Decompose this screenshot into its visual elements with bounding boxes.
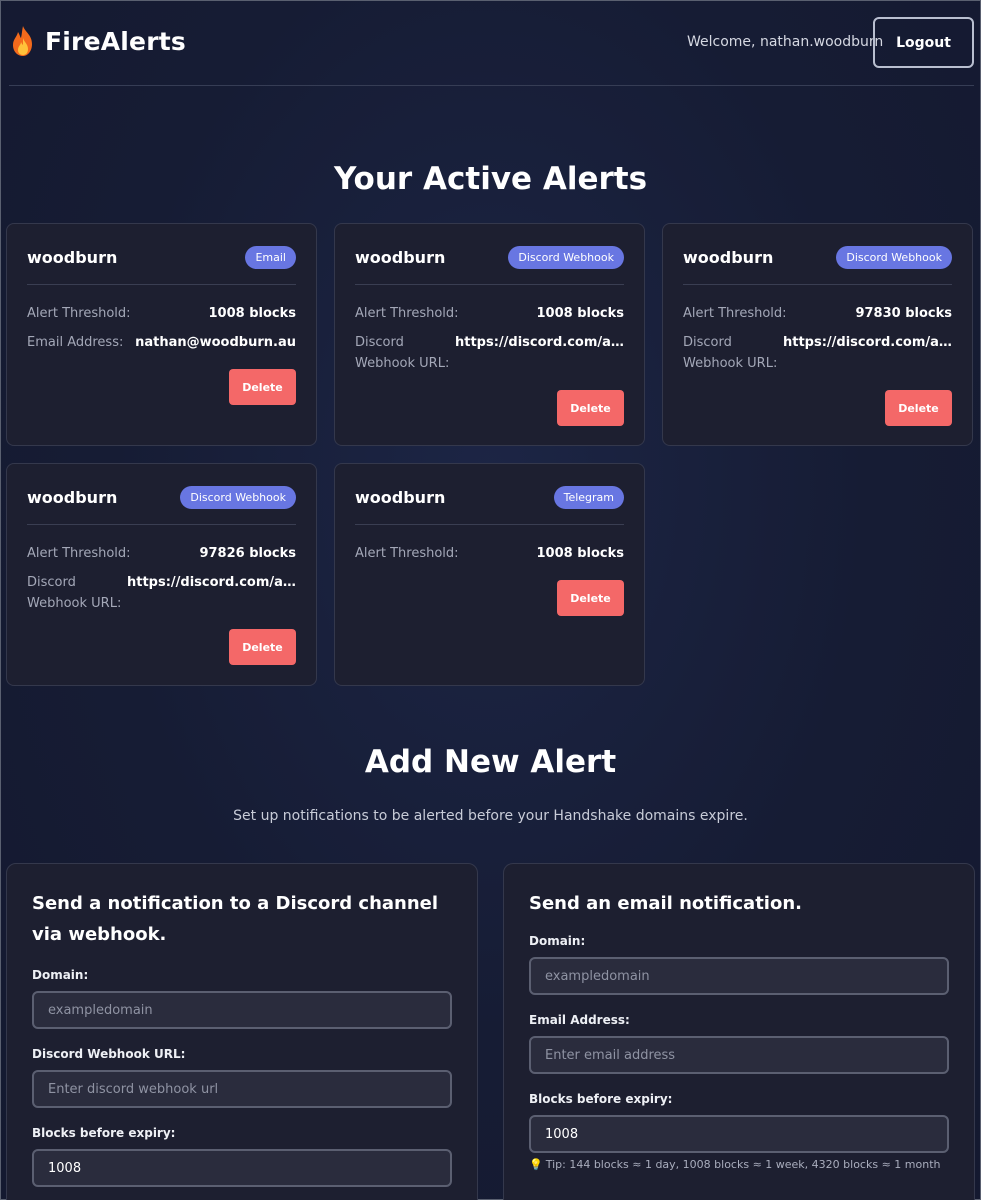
target-label: Discord Webhook URL: — [27, 575, 122, 611]
add-alert-title: Add New Alert — [364, 744, 617, 780]
domain-label: Domain: — [529, 934, 586, 948]
threshold-value: 1008 blocks — [536, 306, 625, 321]
email-address-label: Email Address: — [529, 1013, 630, 1027]
threshold-value: 1008 blocks — [536, 546, 625, 561]
delete-button[interactable]: Delete — [885, 390, 952, 426]
alert-domain: woodburn — [355, 247, 446, 267]
threshold-value: 97830 blocks — [855, 306, 952, 321]
delete-button[interactable]: Delete — [557, 390, 624, 426]
blocks-before-expiry-input[interactable] — [529, 1115, 949, 1153]
alert-card: woodburn Discord Webhook Alert Threshold… — [334, 223, 645, 446]
alert-target-row: Discord Webhook URL: https://discord.com… — [355, 332, 624, 374]
alert-type-badge: Discord Webhook — [836, 245, 952, 269]
alert-type-badge: Discord Webhook — [508, 245, 624, 269]
email-form-title: Send an email notification. — [529, 893, 802, 914]
brand[interactable]: FireAlerts — [9, 25, 186, 57]
alert-threshold-row: Alert Threshold: 1008 blocks — [27, 303, 296, 324]
threshold-label: Alert Threshold: — [355, 306, 459, 321]
threshold-value: 97826 blocks — [199, 546, 296, 561]
delete-button[interactable]: Delete — [229, 369, 296, 405]
alert-type-badge: Email — [245, 245, 296, 269]
delete-button[interactable]: Delete — [557, 580, 624, 616]
target-label: Email Address: — [27, 335, 124, 350]
alert-card: woodburn Discord Webhook Alert Threshold… — [6, 463, 317, 686]
logout-button[interactable]: Logout — [873, 17, 974, 68]
threshold-value: 1008 blocks — [208, 306, 297, 321]
alert-card: woodburn Discord Webhook Alert Threshold… — [662, 223, 973, 446]
discord-form-title: Send a notification to a Discord channel… — [32, 893, 439, 945]
alert-threshold-row: Alert Threshold: 1008 blocks — [355, 543, 624, 564]
active-alerts-title: Your Active Alerts — [333, 161, 648, 197]
domain-input[interactable] — [529, 957, 949, 995]
lightbulb-icon: 💡 — [529, 1158, 543, 1171]
threshold-label: Alert Threshold: — [355, 546, 459, 561]
welcome-text: Welcome, nathan.woodburn — [687, 34, 884, 50]
delete-button[interactable]: Delete — [229, 629, 296, 665]
domain-input[interactable] — [32, 991, 452, 1029]
alert-domain: woodburn — [27, 487, 118, 507]
domain-label: Domain: — [32, 968, 89, 982]
alert-target-row: Email Address: nathan@woodburn.au — [27, 332, 296, 353]
target-value: https://discord.com/api/... — [127, 575, 296, 590]
threshold-label: Alert Threshold: — [27, 306, 131, 321]
alert-type-badge: Telegram — [553, 485, 624, 509]
alert-card-header: woodburn Email — [27, 224, 296, 285]
alert-threshold-row: Alert Threshold: 97826 blocks — [27, 543, 296, 564]
email-address-input[interactable] — [529, 1036, 949, 1074]
alert-threshold-row: Alert Threshold: 1008 blocks — [355, 303, 624, 324]
webhook-url-input[interactable] — [32, 1070, 452, 1108]
webhook-url-label: Discord Webhook URL: — [32, 1047, 186, 1061]
alert-card-header: woodburn Telegram — [355, 464, 624, 525]
target-value: https://discord.com/api/... — [455, 335, 624, 350]
alert-domain: woodburn — [27, 247, 118, 267]
alert-domain: woodburn — [355, 487, 446, 507]
tip-text: Tip: 144 blocks ≈ 1 day, 1008 blocks ≈ 1… — [545, 1158, 941, 1171]
alert-card-header: woodburn Discord Webhook — [355, 224, 624, 285]
alert-card-header: woodburn Discord Webhook — [683, 224, 952, 285]
alert-threshold-row: Alert Threshold: 97830 blocks — [683, 303, 952, 324]
email-alert-form: Send an email notification. Domain: Emai… — [503, 863, 975, 1200]
blocks-tip: 💡 Tip: 144 blocks ≈ 1 day, 1008 blocks ≈ … — [529, 1158, 949, 1171]
blocks-before-expiry-input[interactable] — [32, 1149, 452, 1187]
header-divider — [9, 85, 974, 86]
discord-alert-form: Send a notification to a Discord channel… — [6, 863, 478, 1200]
add-alert-subtitle: Set up notifications to be alerted befor… — [233, 808, 748, 824]
target-value: https://discord.com/api/... — [783, 335, 952, 350]
alert-domain: woodburn — [683, 247, 774, 267]
alert-type-badge: Discord Webhook — [180, 485, 296, 509]
target-label: Discord Webhook URL: — [355, 335, 450, 371]
brand-name: FireAlerts — [45, 26, 186, 56]
threshold-label: Alert Threshold: — [27, 546, 131, 561]
alert-card: woodburn Email Alert Threshold: 1008 blo… — [6, 223, 317, 446]
blocks-before-expiry-label: Blocks before expiry: — [529, 1092, 673, 1106]
target-label: Discord Webhook URL: — [683, 335, 778, 371]
alert-card: woodburn Telegram Alert Threshold: 1008 … — [334, 463, 645, 686]
threshold-label: Alert Threshold: — [683, 306, 787, 321]
alert-target-row: Discord Webhook URL: https://discord.com… — [27, 572, 296, 614]
app-header: FireAlerts Welcome, nathan.woodburn Logo… — [1, 1, 980, 86]
alert-card-header: woodburn Discord Webhook — [27, 464, 296, 525]
flame-icon — [13, 26, 32, 56]
alert-target-row: Discord Webhook URL: https://discord.com… — [683, 332, 952, 374]
blocks-before-expiry-label: Blocks before expiry: — [32, 1126, 176, 1140]
target-value: nathan@woodburn.au — [135, 335, 296, 350]
